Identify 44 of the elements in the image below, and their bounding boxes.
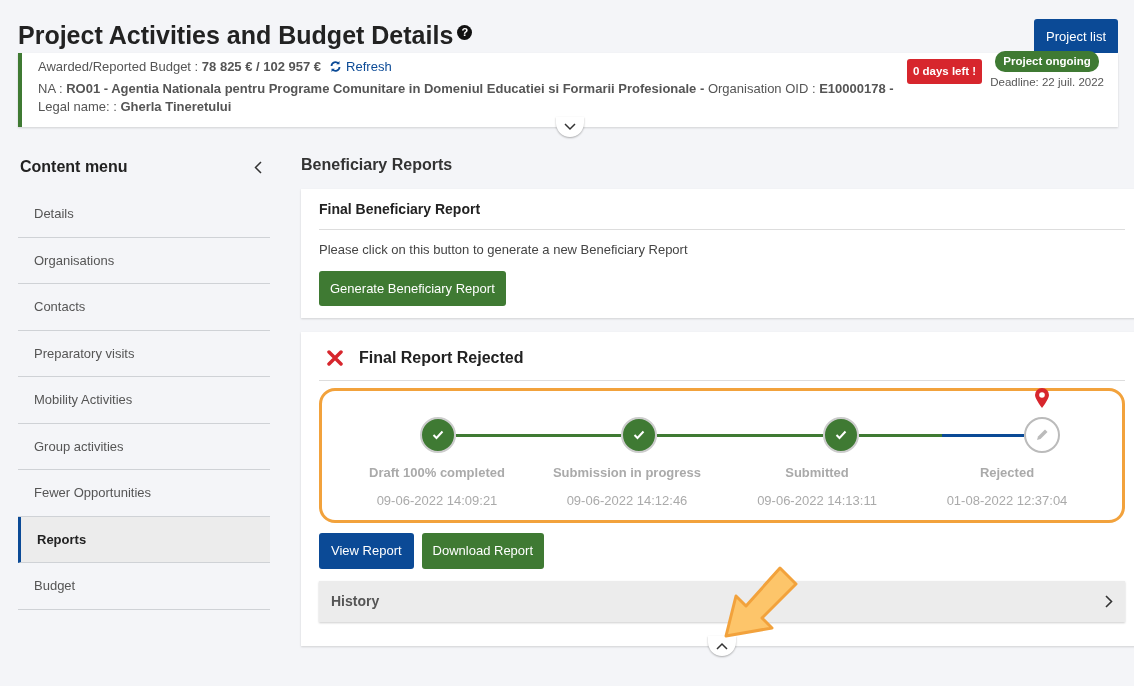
step-label: Rejected	[978, 464, 1036, 483]
sidebar-item[interactable]: Preparatory visits	[18, 330, 270, 378]
history-accordion[interactable]: History	[319, 580, 1125, 622]
collapse-icon[interactable]	[254, 160, 262, 174]
card-title: Final Beneficiary Report	[319, 199, 1125, 231]
project-list-button[interactable]: Project list	[1034, 19, 1118, 55]
refresh-icon	[329, 59, 343, 73]
step-date: 09-06-2022 14:13:11	[756, 491, 878, 510]
chevron-down-icon	[564, 123, 576, 132]
step-label: Draft 100% completed	[368, 464, 506, 483]
chevron-right-icon	[1105, 594, 1113, 608]
sidebar-title: Content menu	[20, 157, 128, 178]
step-label: Submission in progress	[551, 464, 703, 483]
organisation-text: NA : RO01 - Agentia Nationala pentru Programe Comunitare in Domeniul Educatiei si Formarii Profesionale - Organisation OID : E10000178 - Legal name: : Gherla Tineretului	[38, 80, 895, 116]
instruction-text: Please click on this button to generate a new Beneficiary Report	[319, 241, 689, 260]
expand-toggle[interactable]	[556, 117, 584, 138]
download-report-button[interactable]: Download Report	[421, 533, 545, 569]
sidebar-item[interactable]: Group activities	[18, 423, 270, 471]
budget-text: Awarded/Reported Budget : 78 825 € / 102 957 €	[38, 57, 322, 76]
refresh-link[interactable]: Refresh	[329, 56, 392, 76]
help-icon[interactable]: ?	[457, 24, 473, 40]
status-badge: Project ongoing	[995, 50, 1099, 72]
location-pin-icon	[1034, 387, 1050, 410]
cross-icon	[327, 350, 343, 367]
sidebar-item[interactable]: Organisations	[18, 237, 270, 285]
chevron-up-icon	[716, 641, 728, 650]
sidebar-item[interactable]: Fewer Opportunities	[18, 470, 270, 517]
step-date: 09-06-2022 14:12:46	[565, 491, 689, 510]
collapse-toggle[interactable]	[708, 635, 736, 656]
step-label: Submitted	[784, 464, 850, 483]
sidebar-item[interactable]: Budget	[18, 563, 270, 610]
generate-report-button[interactable]: Generate Beneficiary Report	[319, 270, 506, 307]
step-date: 01-08-2022 12:37:04	[945, 491, 1069, 510]
sidebar-item[interactable]: Details	[18, 191, 270, 238]
sidebar-item[interactable]: Reports	[18, 516, 270, 564]
step-date: 09-06-2022 14:09:21	[375, 491, 499, 510]
section-title: Beneficiary Reports	[301, 155, 454, 176]
sidebar-item[interactable]: Mobility Activities	[18, 377, 270, 424]
view-report-button[interactable]: View Report	[319, 533, 414, 569]
sidebar-item[interactable]: Contacts	[18, 284, 270, 331]
days-left-badge: 0 days left !	[906, 58, 983, 84]
deadline-text: Deadline: 22 juil. 2022	[990, 74, 1104, 90]
page-title: Project Activities and Budget Details	[18, 20, 454, 50]
card-title: Final Report Rejected	[359, 348, 524, 369]
